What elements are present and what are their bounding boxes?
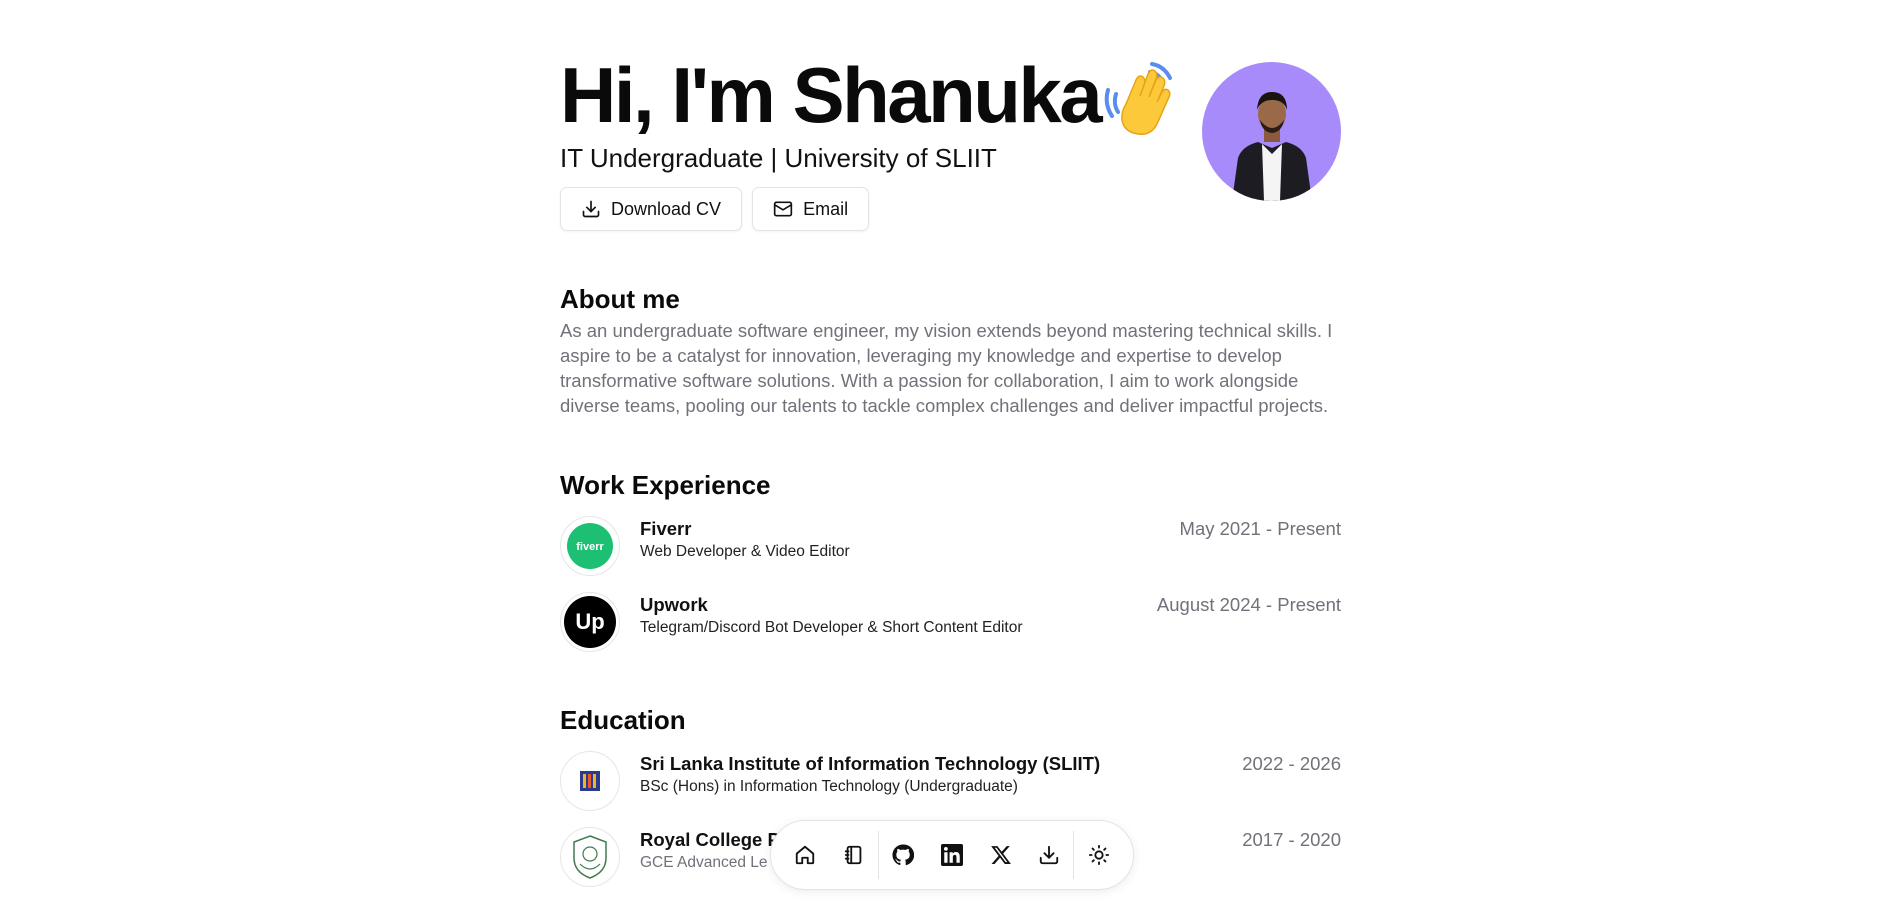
hero-actions: Download CV Email [560,187,870,231]
github-icon [892,844,915,866]
github-button[interactable] [879,830,928,880]
hero-title: Hi, I'm Shanuka [560,51,1103,139]
about-text: As an undergraduate software engineer, m… [560,320,1333,416]
download-cv-label: Download CV [611,198,722,219]
education-heading: Education [560,705,686,735]
theme-toggle-button[interactable] [1074,830,1123,880]
waving-hand-icon [1104,62,1172,135]
work-company: Fiverr [640,518,692,539]
linkedin-button[interactable] [928,830,977,880]
hero: Hi, I'm Shanuka IT Undergraduate | Unive… [560,52,1341,242]
about-heading: About me [560,284,680,314]
home-icon [796,845,815,865]
download-icon [582,200,600,218]
work-dates: May 2021 - Present [1179,518,1341,539]
avatar [1202,62,1341,201]
work-item-fiverr[interactable]: fiverr Fiverr Web Developer & Video Edit… [560,516,1341,578]
blog-button[interactable] [830,830,879,880]
work-role: Web Developer & Video Editor [640,543,850,560]
education-degree: GCE Advanced Le [640,854,768,871]
notebook-icon [844,845,862,865]
email-label: Email [803,198,849,219]
x-icon [990,846,1011,864]
education-dates: 2017 - 2020 [1242,829,1341,850]
email-button[interactable]: Email [752,187,870,231]
education-item-sliit[interactable]: Sri Lanka Institute of Information Techn… [560,751,1341,813]
fiverr-logo: fiverr [560,516,620,576]
work-item-upwork[interactable]: Up Upwork Telegram/Discord Bot Developer… [560,592,1341,654]
work-dates: August 2024 - Present [1156,594,1341,615]
work-role: Telegram/Discord Bot Developer & Short C… [640,619,1023,636]
education-school: Royal College P [640,829,780,850]
education-school: Sri Lanka Institute of Information Techn… [640,753,1101,774]
work-company: Upwork [640,594,708,615]
home-button[interactable] [781,830,830,880]
fiverr-logo-text: fiverr [576,541,604,553]
upwork-logo: Up [560,592,620,652]
education-degree: BSc (Hons) in Information Technology (Un… [640,778,1018,795]
royal-college-logo [560,827,620,887]
hero-subtitle: IT Undergraduate | University of SLIIT [560,143,997,173]
profile-photo [1232,92,1312,201]
work-heading: Work Experience [560,470,771,500]
linkedin-icon [940,844,963,866]
sun-icon [1088,844,1109,866]
resume-download-button[interactable] [1025,830,1074,880]
bottom-dock [770,820,1134,890]
education-dates: 2022 - 2026 [1242,753,1341,774]
download-cv-button[interactable]: Download CV [560,187,743,231]
mail-icon [773,201,793,217]
upwork-logo-text: Up [575,609,604,634]
sliit-logo [560,751,620,811]
download-icon [1039,845,1059,865]
x-button[interactable] [976,830,1025,880]
